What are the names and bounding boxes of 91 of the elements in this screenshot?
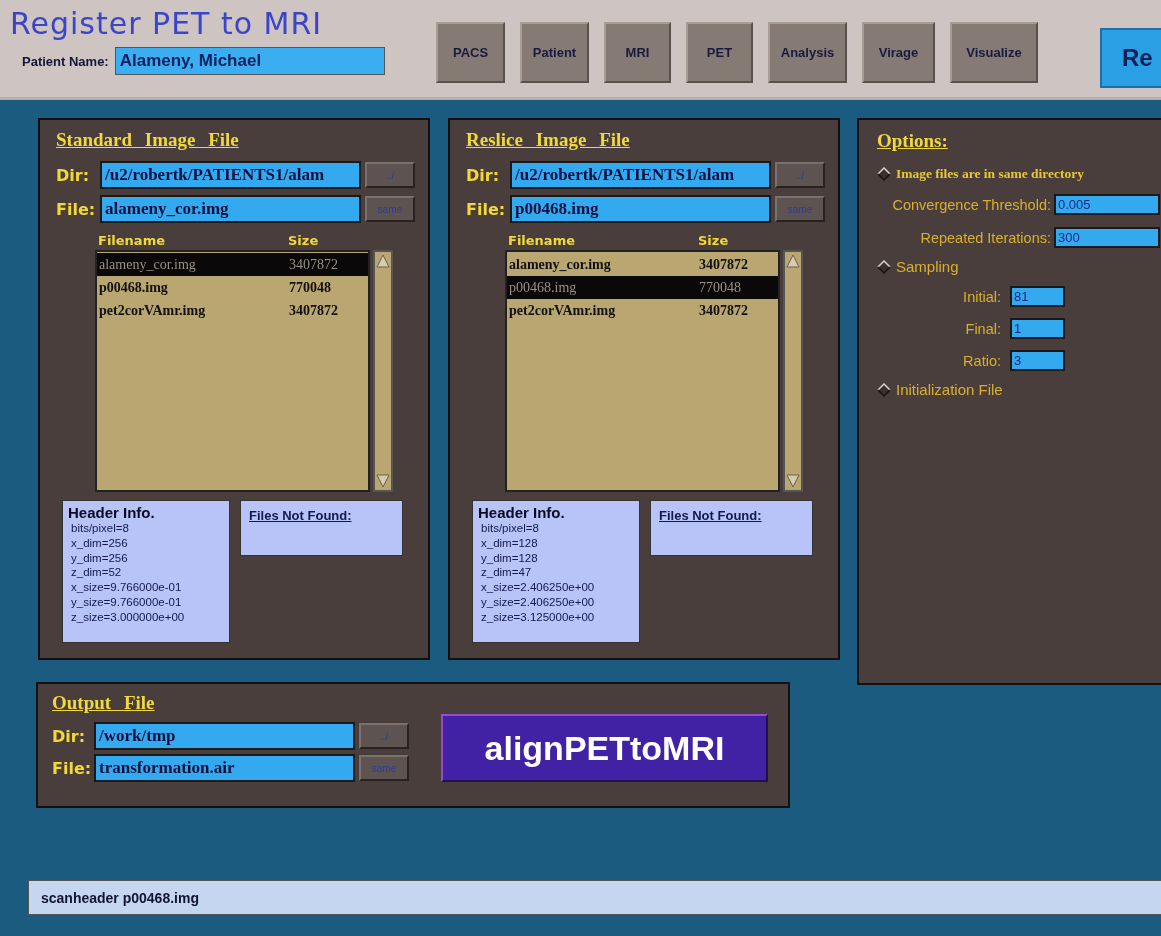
- file-size: 770048: [699, 279, 742, 296]
- file-row[interactable]: p00468.img 770048: [507, 276, 778, 299]
- column-header: Filename: [98, 233, 166, 248]
- header-info-line: x_dim=128: [481, 535, 539, 551]
- file-name: pet2corVAmr.img: [99, 302, 207, 319]
- panel-title: Reslice Image File: [466, 129, 631, 151]
- file-size: 3407872: [289, 302, 339, 319]
- header-info-line: z_dim=52: [71, 565, 123, 581]
- header-info-line: z_size=3.125000e+00: [481, 609, 596, 625]
- file-row[interactable]: alameny_cor.img 3407872: [507, 253, 778, 276]
- field-label: Final:: [964, 320, 1001, 337]
- files-not-found-title: Files Not Found:: [249, 508, 352, 523]
- file-name: alameny_cor.img: [99, 256, 197, 273]
- file-field[interactable]: transformation.air: [94, 754, 355, 782]
- nav-button[interactable]: PET: [686, 22, 753, 83]
- header-info-title: Header Info.: [68, 504, 156, 521]
- down-arrow-icon: [786, 473, 800, 489]
- dir-field[interactable]: /u2/robertk/PATIENTS1/alam: [100, 161, 361, 189]
- file-size: 3407872: [699, 256, 749, 273]
- field-label: Ratio:: [962, 352, 1001, 369]
- nav-button[interactable]: Visualize: [950, 22, 1038, 83]
- field-label: Initial:: [962, 288, 1001, 305]
- diamond-radio-icon[interactable]: [877, 382, 891, 397]
- column-header: Filename: [508, 233, 576, 248]
- nav-button[interactable]: Patient: [520, 22, 589, 83]
- field-label: File:: [466, 199, 506, 219]
- header-info-line: x_dim=256: [71, 535, 129, 551]
- file-size: 770048: [289, 279, 332, 296]
- files-not-found-title: Files Not Found:: [659, 508, 762, 523]
- dir-field[interactable]: /u2/robertk/PATIENTS1/alam: [510, 161, 771, 189]
- app-title: Register PET to MRI: [10, 6, 323, 41]
- header-info-line: y_dim=256: [71, 550, 129, 566]
- option-label: Initialization File: [896, 381, 1003, 398]
- diamond-radio-icon[interactable]: [877, 259, 891, 274]
- nav-button[interactable]: Analysis: [768, 22, 847, 83]
- file-row[interactable]: pet2corVAmr.img 3407872: [507, 299, 778, 322]
- field-label: Dir:: [466, 165, 501, 185]
- file-name: p00468.img: [99, 279, 169, 296]
- field-label: File:: [52, 758, 90, 778]
- header-info-line: z_size=3.000000e+00: [71, 609, 186, 625]
- header-info-line: y_size=9.766000e-01: [71, 595, 183, 610]
- header-info-line: bits/pixel=8: [481, 521, 540, 536]
- column-header: Size: [698, 233, 730, 248]
- up-arrow-icon: [786, 253, 800, 269]
- option-field[interactable]: 1: [1010, 318, 1065, 339]
- header-info-line: y_size=2.406250e+00: [481, 595, 596, 610]
- option-field[interactable]: 81: [1010, 286, 1065, 307]
- header-info-line: x_size=2.406250e+00: [481, 580, 596, 595]
- dir-field[interactable]: /work/tmp: [94, 722, 355, 750]
- header-info-line: bits/pixel=8: [71, 521, 130, 536]
- header-info-title: Header Info.: [478, 504, 566, 521]
- scrollbar[interactable]: [373, 250, 393, 492]
- file-size: 3407872: [699, 302, 749, 319]
- field-label: Convergence Threshold:: [891, 196, 1051, 213]
- diamond-radio-icon[interactable]: [877, 167, 891, 181]
- align-button[interactable]: alignPETtoMRI: [441, 714, 768, 782]
- options-title: Options:: [877, 130, 948, 152]
- up-arrow-icon: [376, 253, 390, 269]
- down-arrow-icon: [376, 473, 390, 489]
- file-name: p00468.img: [509, 279, 578, 296]
- option-field[interactable]: 3: [1010, 350, 1065, 371]
- file-size: 3407872: [289, 256, 339, 273]
- nav-button[interactable]: Virage: [862, 22, 935, 83]
- field-label: Repeated Iterations:: [919, 229, 1051, 246]
- panel-title: Standard Image File: [56, 129, 240, 151]
- file-row[interactable]: pet2corVAmr.img 3407872: [97, 299, 368, 322]
- scrollbar[interactable]: [783, 250, 803, 492]
- nav-button[interactable]: MRI: [604, 22, 671, 83]
- option-label: Image files are in same directory: [896, 166, 1085, 182]
- field-label: Dir:: [56, 165, 91, 185]
- run-button[interactable]: Re: [1100, 28, 1161, 88]
- header-info-line: y_dim=128: [481, 550, 539, 566]
- status-text: scanheader p00468.img: [41, 889, 199, 906]
- header-info-line: x_size=9.766000e-01: [71, 580, 183, 595]
- panel-title: Output File: [52, 692, 156, 714]
- nav-button[interactable]: PACS: [436, 22, 505, 83]
- file-name: alameny_cor.img: [509, 256, 612, 273]
- header-info-line: z_dim=47: [481, 565, 533, 581]
- column-header: Size: [288, 233, 320, 248]
- option-field[interactable]: 300: [1054, 227, 1160, 248]
- patient-name-field[interactable]: Alameny, Michael: [114, 47, 385, 75]
- file-row[interactable]: p00468.img 770048: [97, 276, 368, 299]
- field-label: Patient Name:: [22, 53, 109, 69]
- field-label: Dir:: [52, 726, 87, 746]
- file-field[interactable]: alameny_cor.img: [100, 195, 361, 223]
- field-label: File:: [56, 199, 96, 219]
- file-field[interactable]: p00468.img: [510, 195, 771, 223]
- option-field[interactable]: 0.005: [1054, 194, 1160, 215]
- file-name: pet2corVAmr.img: [509, 302, 617, 319]
- file-row[interactable]: alameny_cor.img 3407872: [97, 253, 368, 276]
- option-label: Sampling: [896, 258, 959, 275]
